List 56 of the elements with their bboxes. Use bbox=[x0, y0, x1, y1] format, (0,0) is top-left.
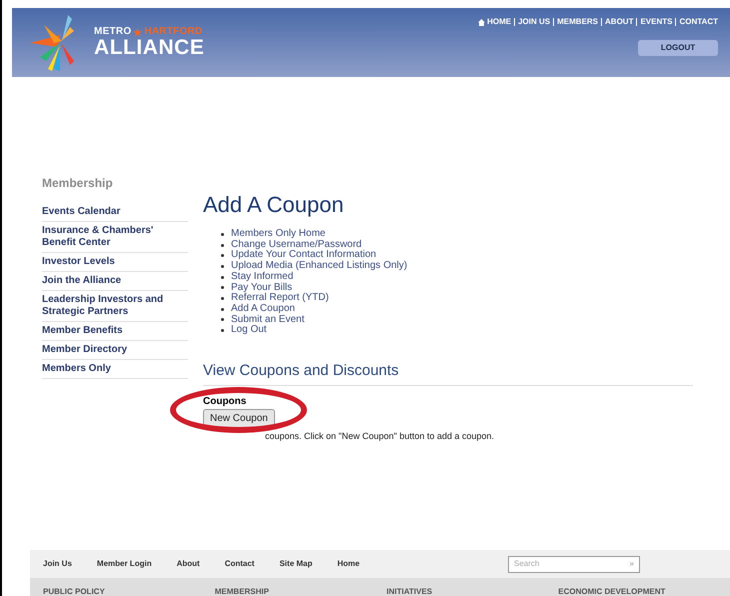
nav-link[interactable]: HOME bbox=[487, 18, 512, 26]
nav-link[interactable]: MEMBERS bbox=[553, 18, 598, 26]
bullet-icon bbox=[221, 254, 224, 258]
nav-link[interactable]: JOIN US bbox=[514, 18, 550, 26]
nav-link[interactable]: ABOUT bbox=[601, 18, 634, 26]
bullet-icon bbox=[221, 297, 224, 300]
home-icon bbox=[478, 18, 486, 26]
member-link[interactable]: Update Your Contact Information bbox=[231, 250, 376, 262]
member-link[interactable]: Add A Coupon bbox=[231, 304, 295, 315]
footer-link[interactable]: Join Us bbox=[43, 558, 72, 570]
member-link[interactable]: Submit an Event bbox=[231, 314, 304, 326]
footer-link[interactable]: Contact bbox=[224, 558, 254, 570]
nav-link[interactable]: EVENTS bbox=[636, 18, 672, 26]
bullet-icon bbox=[221, 232, 224, 236]
footer-column-heading: ECONOMIC DEVELOPMENT bbox=[558, 586, 666, 596]
sidebar-item[interactable]: Join the Alliance bbox=[42, 272, 188, 291]
footer-column-heading: INITIATIVES bbox=[386, 586, 434, 596]
new-coupon-button[interactable]: New Coupon bbox=[203, 408, 275, 428]
logout-button[interactable]: LOGOUT bbox=[638, 40, 718, 56]
page-title: Add A Coupon bbox=[203, 194, 345, 216]
message-text: coupons. Click on "New Coupon" button to add a coupon. bbox=[265, 430, 494, 443]
bullet-icon bbox=[221, 276, 224, 279]
bullet-icon bbox=[221, 244, 224, 247]
member-link[interactable]: Stay Informed bbox=[231, 272, 294, 283]
member-link[interactable]: Change Username/Password bbox=[231, 240, 362, 250]
member-link[interactable]: Upload Media (Enhanced Listings Only) bbox=[231, 261, 408, 272]
sidebar-title: Membership bbox=[42, 175, 114, 192]
member-link[interactable]: Log Out bbox=[231, 325, 267, 336]
member-link[interactable]: Referral Report (YTD) bbox=[231, 293, 329, 304]
sidebar-item[interactable]: Insurance & Chambers' Benefit Center bbox=[42, 222, 188, 253]
bullet-icon bbox=[221, 329, 224, 332]
sidebar-item[interactable]: Events Calendar bbox=[42, 203, 188, 222]
footer-column-heading: MEMBERSHIP bbox=[214, 586, 270, 596]
bullet-icon bbox=[221, 286, 224, 290]
member-link[interactable]: Members Only Home bbox=[231, 229, 326, 240]
footer-link[interactable]: Site Map bbox=[279, 558, 312, 570]
bullet-icon bbox=[221, 264, 224, 268]
logo-text: HARTFORD bbox=[144, 27, 202, 37]
bullet-icon bbox=[221, 308, 224, 311]
sidebar-item[interactable]: Investor Levels bbox=[42, 253, 188, 272]
coupons-label: Coupons bbox=[203, 394, 248, 409]
footer-column-heading: PUBLIC POLICY bbox=[43, 586, 106, 596]
nav-link[interactable]: CONTACT bbox=[675, 18, 718, 26]
logo-text: METRO bbox=[94, 27, 132, 37]
footer-link[interactable]: About bbox=[176, 558, 200, 570]
star-icon bbox=[133, 28, 142, 36]
sidebar-item[interactable]: Member Benefits bbox=[42, 322, 188, 341]
sidebar-item[interactable]: Leadership Investors and Strategic Partners bbox=[42, 291, 188, 322]
bullet-icon bbox=[221, 318, 224, 322]
sidebar-item[interactable]: Member Directory bbox=[42, 341, 188, 360]
member-link[interactable]: Pay Your Bills bbox=[231, 282, 292, 294]
footer-link[interactable]: Member Login bbox=[96, 558, 152, 570]
sidebar-item[interactable]: Members Only bbox=[42, 360, 188, 379]
logo-title: ALLIANCE bbox=[94, 37, 204, 58]
section-title: View Coupons and Discounts bbox=[203, 360, 693, 386]
footer-link[interactable]: Home bbox=[337, 558, 360, 570]
